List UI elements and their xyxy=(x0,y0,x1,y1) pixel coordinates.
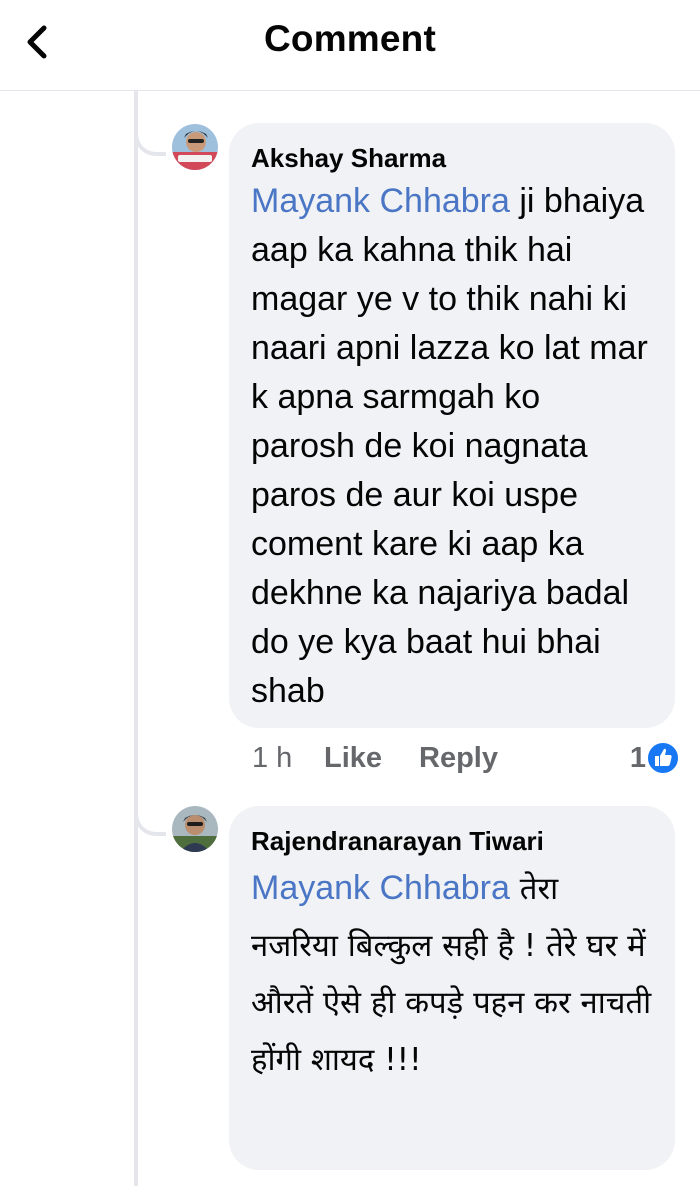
comment-time: 1 h xyxy=(252,742,293,774)
reaction-count[interactable]: 1 xyxy=(630,738,646,778)
bottom-edge xyxy=(0,1186,700,1200)
mention-link[interactable]: Mayank Chhabra xyxy=(251,869,510,907)
avatar[interactable] xyxy=(172,806,218,852)
comment-actions: 1 h Like Reply 1 xyxy=(252,738,682,778)
page-title: Comment xyxy=(263,18,437,59)
mention-link[interactable]: Mayank Chhabra xyxy=(251,182,510,220)
reply-button[interactable]: Reply xyxy=(419,738,498,778)
comment-author[interactable]: Akshay Sharma xyxy=(251,141,653,175)
like-button[interactable]: Like xyxy=(324,738,382,778)
comment-bubble: Rajendranarayan Tiwari Mayank Chhabra ते… xyxy=(229,806,675,1170)
thumbs-up-icon[interactable] xyxy=(646,741,680,775)
comment-text: Mayank Chhabra ji bhaiya aap ka kahna th… xyxy=(251,177,653,716)
comment-text: Mayank Chhabra तेरा नजरिया बिल्कुल सही ह… xyxy=(251,860,653,1089)
comment-screen: Comment Akshay Sharma Mayank Chhabra ji … xyxy=(0,0,700,1200)
header: Comment xyxy=(0,0,700,91)
avatar[interactable] xyxy=(172,124,218,170)
comment-body: ji bhaiya aap ka kahna thik hai magar ye… xyxy=(251,182,648,710)
avatar-image xyxy=(172,806,218,852)
thread-line xyxy=(134,90,138,1190)
comment-bubble: Akshay Sharma Mayank Chhabra ji bhaiya a… xyxy=(229,123,675,728)
thread-branch xyxy=(134,790,166,836)
comment-author[interactable]: Rajendranarayan Tiwari xyxy=(251,824,653,858)
avatar-image xyxy=(172,124,218,170)
thread-branch xyxy=(134,110,166,156)
